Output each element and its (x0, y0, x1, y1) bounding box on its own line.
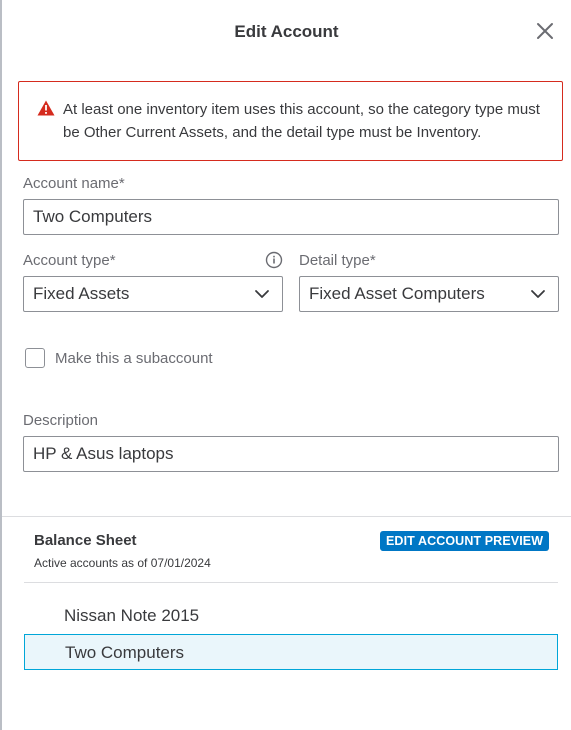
list-item[interactable]: Nissan Note 2015 (64, 606, 199, 626)
description-label: Description (23, 412, 99, 429)
close-button[interactable] (534, 20, 556, 42)
chevron-down-icon (531, 290, 545, 298)
subaccount-label: Make this a subaccount (55, 350, 213, 367)
detail-type-select[interactable]: Fixed Asset Computers (299, 276, 559, 312)
description-input[interactable]: HP & Asus laptops (23, 436, 559, 472)
page-title: Edit Account (234, 22, 339, 41)
preview-divider (24, 582, 558, 583)
balance-sheet-subtitle: Active accounts as of 07/01/2024 (34, 556, 211, 570)
list-item-selected[interactable]: Two Computers (24, 634, 558, 670)
close-icon (537, 23, 553, 39)
detail-type-value: Fixed Asset Computers (309, 284, 485, 303)
edit-account-preview-badge[interactable]: EDIT ACCOUNT PREVIEW (380, 531, 550, 551)
account-name-label: Account name* (23, 175, 125, 192)
section-divider (2, 516, 571, 517)
info-icon[interactable] (265, 251, 283, 269)
account-name-input[interactable]: Two Computers (23, 199, 559, 235)
edit-account-panel: Edit Account At least one inventory item… (0, 0, 571, 730)
account-type-select[interactable]: Fixed Assets (23, 276, 283, 312)
account-type-value: Fixed Assets (33, 284, 130, 303)
account-type-label: Account type* (23, 252, 116, 269)
balance-sheet-title: Balance Sheet (34, 532, 137, 549)
subaccount-checkbox[interactable] (25, 348, 45, 368)
alert-message: At least one inventory item uses this ac… (63, 101, 540, 141)
chevron-down-icon (255, 290, 269, 298)
warning-alert: At least one inventory item uses this ac… (18, 81, 563, 161)
list-item-label: Two Computers (65, 643, 185, 662)
detail-type-label: Detail type* (299, 252, 376, 269)
warning-icon (37, 100, 55, 116)
